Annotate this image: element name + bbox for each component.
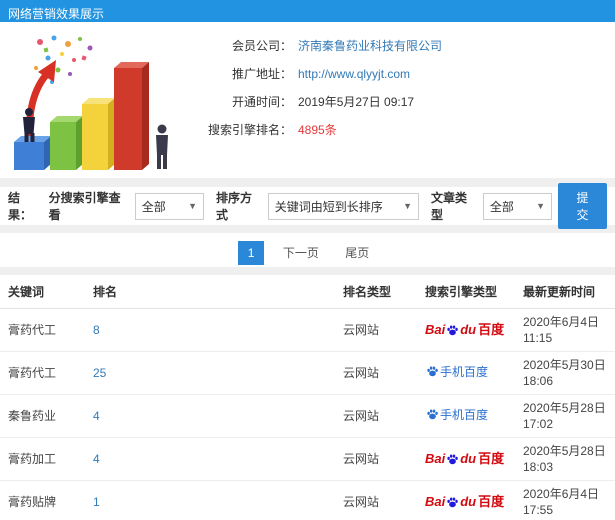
table-row: 膏药代工 8 云网站 Bai du 百度 2020年6月4日 11:15 — [0, 308, 615, 352]
info-row-url: 推广地址： http://www.qlyyjt.com — [182, 66, 605, 82]
rank-count-label: 搜索引擎排名： — [207, 123, 292, 137]
updated-cell: 2020年6月4日 17:55 — [515, 480, 615, 520]
filter-controls: 分搜索引擎查看 全部 ▼ 排序方式 关键词由短到长排序 ▼ 文章类型 全部 ▼ … — [43, 183, 607, 229]
company-link[interactable]: 济南秦鲁药业科技有限公司 — [298, 38, 442, 54]
window-titlebar: 网络营销效果展示 — [0, 0, 615, 22]
engine-cell: Bai du 百度 — [417, 437, 515, 481]
baidu-paw-icon — [427, 409, 438, 420]
rank-link[interactable]: 1 — [93, 495, 100, 509]
baidu-paw-icon — [447, 325, 458, 335]
rank-cell: 4 — [85, 437, 335, 481]
engine-cell: 手机百度 — [417, 394, 515, 438]
member-info-panel: 会员公司： 济南秦鲁药业科技有限公司 推广地址： http://www.qlyy… — [0, 22, 615, 178]
chevron-down-icon: ▼ — [536, 201, 546, 211]
page-title: 网络营销效果展示 — [8, 7, 105, 21]
rank-type-cell: 云网站 — [335, 351, 417, 395]
updated-cell: 2020年5月28日 18:03 — [515, 437, 615, 481]
result-filter-bar: 结果： 分搜索引擎查看 全部 ▼ 排序方式 关键词由短到长排序 ▼ 文章类型 全… — [0, 183, 615, 229]
member-info-form: 会员公司： 济南秦鲁药业科技有限公司 推广地址： http://www.qlyy… — [182, 30, 605, 170]
rank-link[interactable]: 25 — [93, 366, 106, 380]
pagination: 1 下一页 尾页 — [0, 233, 615, 267]
keyword-cell: 膏药代工 — [0, 351, 85, 395]
keyword-cell: 膏药代工 — [0, 308, 85, 352]
rank-link[interactable]: 4 — [93, 452, 100, 466]
info-row-company: 会员公司： 济南秦鲁药业科技有限公司 — [182, 38, 605, 54]
col-header-keyword: 关键词 — [0, 275, 85, 309]
promo-url-link[interactable]: http://www.qlyyjt.com — [298, 66, 410, 82]
last-page-link[interactable]: 尾页 — [337, 239, 377, 266]
bar-chart-growth-icon — [14, 35, 168, 170]
keyword-cell: 膏药贴牌 — [0, 480, 85, 520]
baidu-mobile-logo: 手机百度 — [425, 407, 488, 423]
rank-cell: 4 — [85, 394, 335, 438]
page-1-button[interactable]: 1 — [237, 241, 265, 265]
keyword-cell: 秦鲁药业 — [0, 394, 85, 438]
table-row: 膏药代工 25 云网站 手机百度 2020年5月30日 18:06 — [0, 351, 615, 395]
engine-cell: Bai du 百度 — [417, 480, 515, 520]
promo-url-label: 推广地址： — [231, 67, 292, 81]
businessman-right-icon — [156, 124, 168, 169]
table-row: 秦鲁药业 4 云网站 手机百度 2020年5月28日 17:02 — [0, 394, 615, 438]
table-row: 膏药加工 4 云网站 Bai du 百度 2020年5月28日 18:03 — [0, 437, 615, 481]
baidu-paw-icon — [447, 454, 458, 464]
baidu-pc-logo: Bai du 百度 — [425, 451, 505, 466]
keyword-table-body: 膏药代工 8 云网站 Bai du 百度 2020年6月4日 11:15 膏药代工 … — [0, 308, 615, 520]
col-header-updated: 最新更新时间 — [515, 275, 615, 309]
info-row-open-date: 开通时间： 2019年5月27日 09:17 — [182, 94, 605, 110]
col-header-rank: 排名 — [85, 275, 335, 309]
article-type-label: 文章类型 — [431, 191, 468, 222]
next-page-link[interactable]: 下一页 — [275, 239, 327, 266]
rank-link[interactable]: 4 — [93, 409, 100, 423]
engine-filter-label: 分搜索引擎查看 — [48, 191, 121, 222]
chart-illustration — [10, 30, 182, 170]
table-header-row: 关键词 排名 排名类型 搜索引擎类型 最新更新时间 — [0, 275, 615, 309]
info-row-rank-count: 搜索引擎排名： 4895条 — [182, 122, 605, 138]
rank-type-cell: 云网站 — [335, 437, 417, 481]
rank-cell: 1 — [85, 480, 335, 520]
col-header-engine-type: 搜索引擎类型 — [417, 275, 515, 309]
rank-cell: 8 — [85, 308, 335, 352]
bars-icon — [14, 62, 149, 170]
baidu-paw-icon — [447, 497, 458, 507]
rank-count-value: 4895条 — [298, 123, 337, 137]
engine-select-value: 全部 — [141, 199, 166, 214]
sort-filter-label: 排序方式 — [216, 191, 253, 222]
keyword-cell: 膏药加工 — [0, 437, 85, 481]
keyword-table-panel: 关键词 排名 排名类型 搜索引擎类型 最新更新时间 膏药代工 8 云网站 Bai… — [0, 275, 615, 520]
sort-select-value: 关键词由短到长排序 — [274, 199, 383, 214]
rank-link[interactable]: 8 — [93, 323, 100, 337]
engine-cell: 手机百度 — [417, 351, 515, 395]
engine-select[interactable]: 全部 ▼ — [134, 192, 205, 220]
rank-type-cell: 云网站 — [335, 308, 417, 352]
baidu-paw-icon — [427, 366, 438, 377]
baidu-pc-logo: Bai du 百度 — [425, 494, 505, 509]
keyword-table: 关键词 排名 排名类型 搜索引擎类型 最新更新时间 膏药代工 8 云网站 Bai… — [0, 275, 615, 520]
updated-cell: 2020年5月28日 17:02 — [515, 394, 615, 438]
open-date-label: 开通时间： — [231, 95, 292, 109]
engine-cell: Bai du 百度 — [417, 308, 515, 352]
rank-type-cell: 云网站 — [335, 394, 417, 438]
article-type-select[interactable]: 全部 ▼ — [482, 192, 553, 220]
updated-cell: 2020年5月30日 18:06 — [515, 351, 615, 395]
sort-select[interactable]: 关键词由短到长排序 ▼ — [267, 192, 420, 220]
submit-button[interactable]: 提交 — [558, 183, 607, 229]
article-type-select-value: 全部 — [489, 199, 514, 214]
result-label: 结果： — [8, 191, 33, 222]
table-row: 膏药贴牌 1 云网站 Bai du 百度 2020年6月4日 17:55 — [0, 480, 615, 520]
rank-cell: 25 — [85, 351, 335, 395]
baidu-pc-logo: Bai du 百度 — [425, 322, 505, 337]
updated-cell: 2020年6月4日 11:15 — [515, 308, 615, 352]
col-header-rank-type: 排名类型 — [335, 275, 417, 309]
company-label: 会员公司： — [231, 39, 292, 53]
rank-type-cell: 云网站 — [335, 480, 417, 520]
chevron-down-icon: ▼ — [188, 201, 198, 211]
baidu-mobile-logo: 手机百度 — [425, 364, 488, 380]
chevron-down-icon: ▼ — [403, 201, 413, 211]
open-date-value: 2019年5月27日 09:17 — [298, 95, 415, 109]
